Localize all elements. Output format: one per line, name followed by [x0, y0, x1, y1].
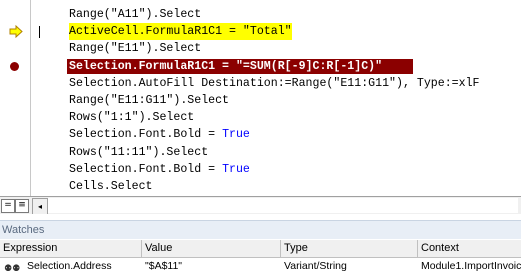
horizontal-scrollbar[interactable] [48, 198, 518, 213]
full-module-view-button[interactable]: ≡ [15, 199, 29, 213]
code-text: Range("E11:G11").Select [69, 93, 230, 107]
horizontal-scrollbar-row: = ≡ ◂ [0, 196, 521, 214]
code-line[interactable]: Cells.Select [0, 178, 521, 195]
procedure-view-button[interactable]: = [1, 199, 15, 213]
code-text-segment: Selection.Font.Bold = [69, 128, 223, 142]
breakpoint-icon[interactable] [10, 61, 19, 71]
watch-header-row: Expression Value Type Context [0, 240, 521, 258]
code-text: Selection.Font.Bold = True [69, 126, 250, 143]
code-line[interactable]: Range("E11:G11").Select [0, 92, 521, 109]
code-line[interactable]: Selection.Font.Bold = True [0, 126, 521, 143]
column-header-value[interactable]: Value [142, 240, 281, 257]
code-text-segment: Selection.Font.Bold = [69, 162, 223, 176]
scroll-left-button[interactable]: ◂ [32, 198, 48, 214]
code-area[interactable]: Range("A11").Select ActiveCell.FormulaR1C… [0, 6, 521, 212]
watches-window-title: Watches [0, 220, 521, 239]
code-line[interactable]: Selection.FormulaR1C1 = "=SUM(R[-9]C:R[-… [0, 58, 521, 75]
code-line[interactable]: Rows("1:1").Select [0, 109, 521, 126]
code-text: Range("E11").Select [69, 42, 202, 56]
watch-type: Variant/String [284, 260, 347, 272]
watch-value: "$A$11" [145, 260, 183, 272]
code-text: Selection.AutoFill Destination:=Range("E… [69, 76, 480, 90]
code-text: Selection.Font.Bold = True [69, 161, 250, 178]
code-line[interactable]: Selection.Font.Bold = True [0, 161, 521, 178]
code-text: Cells.Select [69, 179, 153, 193]
column-header-type[interactable]: Type [281, 240, 418, 257]
keyword-token: True [222, 128, 250, 142]
watch-expression: Selection.Address [27, 260, 112, 272]
code-editor[interactable]: Range("A11").Select ActiveCell.FormulaR1C… [0, 0, 521, 214]
code-line[interactable]: Range("E11").Select [0, 40, 521, 57]
watch-context: Module1.ImportInvoice [421, 260, 521, 272]
code-line[interactable]: Selection.AutoFill Destination:=Range("E… [0, 75, 521, 92]
code-text: Selection.FormulaR1C1 = "=SUM(R[-9]C:R[-… [69, 59, 383, 73]
column-header-context[interactable]: Context [418, 240, 521, 257]
code-text: ActiveCell.FormulaR1C1 = "Total" [69, 23, 292, 41]
code-text: Rows("1:1").Select [69, 111, 195, 125]
text-cursor [39, 26, 40, 39]
code-line[interactable]: ActiveCell.FormulaR1C1 = "Total" [0, 23, 521, 41]
code-text: Range("A11").Select [69, 8, 202, 21]
keyword-token: True [222, 162, 250, 176]
glasses-icon: ⚉⚉ [4, 264, 21, 274]
code-text: Rows("11:11").Select [69, 145, 209, 159]
code-line[interactable]: Range("A11").Select [0, 6, 521, 23]
column-header-expression[interactable]: Expression [0, 240, 142, 257]
watch-row[interactable]: ⚉⚉ Selection.Address "$A$11" Variant/Str… [0, 258, 521, 275]
code-line[interactable]: Rows("11:11").Select [0, 144, 521, 161]
